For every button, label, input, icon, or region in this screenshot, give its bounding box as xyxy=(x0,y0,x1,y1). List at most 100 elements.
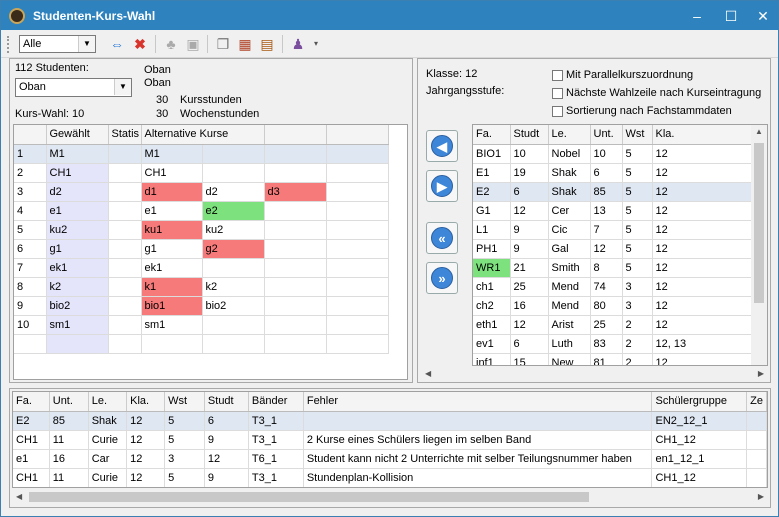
table-row[interactable]: eth1 12 Arist 25 2 12 xyxy=(473,315,753,335)
scroll-right-icon[interactable]: ▶ xyxy=(758,369,764,378)
column-header[interactable]: Studt xyxy=(204,392,249,412)
column-header[interactable]: Le. xyxy=(88,392,128,412)
scroll-thumb[interactable] xyxy=(29,492,589,502)
table-row[interactable]: 3 d2 d1 d2 d3 xyxy=(14,182,389,202)
table-row[interactable]: E2 6 Shak 85 5 12 xyxy=(473,182,753,202)
alternative-course[interactable]: e2 xyxy=(202,201,265,221)
column-header[interactable]: Unt. xyxy=(49,392,89,412)
chosen-course[interactable]: bio2 xyxy=(46,296,109,316)
alternative-course[interactable]: d1 xyxy=(141,182,203,202)
chevron-down-icon[interactable]: ▾ xyxy=(306,34,326,54)
alternative-course[interactable]: k2 xyxy=(202,277,265,297)
alternative-course[interactable]: k1 xyxy=(141,277,203,297)
column-header[interactable] xyxy=(264,125,327,145)
alternative-course[interactable] xyxy=(202,315,265,335)
scroll-thumb[interactable] xyxy=(754,143,764,303)
alternative-course[interactable]: M1 xyxy=(141,144,203,164)
calendar-delete-icon[interactable]: ▦ xyxy=(235,34,255,54)
toolbar-grip[interactable] xyxy=(7,36,10,53)
assign-all-left-button[interactable]: « xyxy=(426,222,458,254)
delete-icon[interactable]: ✖ xyxy=(130,34,150,54)
column-header[interactable]: Schülergruppe xyxy=(651,392,748,412)
assign-right-button[interactable]: ▶ xyxy=(426,170,458,202)
chosen-course[interactable]: g1 xyxy=(46,239,109,259)
table-row[interactable]: 10 sm1 sm1 xyxy=(14,315,389,335)
filter-combo[interactable]: Alle ▼ xyxy=(19,35,96,53)
table-row[interactable]: ch1 25 Mend 74 3 12 xyxy=(473,277,753,297)
column-header[interactable]: Fa. xyxy=(473,125,511,145)
alternative-course[interactable] xyxy=(264,201,327,221)
column-header[interactable]: Le. xyxy=(548,125,591,145)
column-header[interactable]: Bänder xyxy=(248,392,304,412)
calendar-icon[interactable]: ▤ xyxy=(257,34,277,54)
chevron-down-icon[interactable]: ▼ xyxy=(114,79,131,95)
table-row[interactable]: WR1 21 Smith 8 5 12 xyxy=(473,258,753,278)
assign-left-button[interactable]: ◀ xyxy=(426,130,458,162)
alternative-course[interactable] xyxy=(264,315,327,335)
alternative-course[interactable] xyxy=(264,144,327,164)
chosen-course[interactable]: ku2 xyxy=(46,220,109,240)
table-row[interactable]: 9 bio2 bio1 bio2 xyxy=(14,296,389,316)
alternative-course[interactable]: CH1 xyxy=(141,163,203,183)
alternative-course[interactable] xyxy=(264,220,327,240)
alternative-course[interactable]: ek1 xyxy=(141,258,203,278)
scroll-right-icon[interactable]: ▶ xyxy=(758,492,764,501)
alternative-course[interactable] xyxy=(264,163,327,183)
table-row[interactable]: E2 85 Shak 12 5 6 T3_1 EN2_12_1 xyxy=(13,411,767,431)
column-header[interactable]: Gewählt xyxy=(46,125,109,145)
user-settings-icon[interactable]: ♟ xyxy=(288,34,308,54)
course-panel-hscroll[interactable]: ◀ ▶ xyxy=(421,366,768,382)
alternative-course[interactable]: d3 xyxy=(264,182,327,202)
table-row[interactable]: 6 g1 g1 g2 xyxy=(14,239,389,259)
maximize-button[interactable]: ☐ xyxy=(717,5,745,27)
chevron-down-icon[interactable]: ▼ xyxy=(78,36,95,52)
alternative-course[interactable]: ku2 xyxy=(202,220,265,240)
table-row[interactable]: 4 e1 e1 e2 xyxy=(14,201,389,221)
column-header[interactable]: Wst xyxy=(164,392,205,412)
table-row[interactable]: G1 12 Cer 13 5 12 xyxy=(473,201,753,221)
copy-icon[interactable]: ❐ xyxy=(213,34,233,54)
alternative-course[interactable]: bio2 xyxy=(202,296,265,316)
column-header[interactable]: Kla. xyxy=(652,125,753,145)
alternative-course[interactable] xyxy=(202,144,265,164)
column-header[interactable]: Alternative Kurse xyxy=(141,125,265,145)
table-row[interactable]: 2 CH1 CH1 xyxy=(14,163,389,183)
table-row[interactable]: ch2 16 Mend 80 3 12 xyxy=(473,296,753,316)
alternative-course[interactable] xyxy=(264,296,327,316)
alternative-course[interactable]: bio1 xyxy=(141,296,203,316)
table-row[interactable]: PH1 9 Gal 12 5 12 xyxy=(473,239,753,259)
alternative-course[interactable]: sm1 xyxy=(141,315,203,335)
column-header[interactable]: Kla. xyxy=(126,392,166,412)
table-row[interactable]: inf1 15 New 81 2 12 xyxy=(473,353,753,365)
column-header[interactable]: Unt. xyxy=(590,125,623,145)
alternative-course[interactable]: ku1 xyxy=(141,220,203,240)
column-header[interactable] xyxy=(326,125,389,145)
column-header[interactable]: Ze xyxy=(746,392,767,412)
column-header[interactable]: Fehler xyxy=(303,392,653,412)
chosen-course[interactable]: sm1 xyxy=(46,315,109,335)
student-combo[interactable]: Oban ▼ xyxy=(15,78,132,97)
chosen-course[interactable]: k2 xyxy=(46,277,109,297)
column-header[interactable]: Fa. xyxy=(13,392,50,412)
naechste-wahlzeile-checkbox[interactable] xyxy=(552,88,563,99)
alternative-course[interactable] xyxy=(202,258,265,278)
alternative-course[interactable] xyxy=(264,258,327,278)
alternative-course[interactable]: e1 xyxy=(141,201,203,221)
chosen-course[interactable]: e1 xyxy=(46,201,109,221)
scroll-left-icon[interactable]: ◀ xyxy=(16,492,22,501)
lock-icon[interactable]: ▣ xyxy=(183,34,203,54)
scroll-up-icon[interactable]: ▲ xyxy=(755,127,763,136)
chosen-course[interactable]: M1 xyxy=(46,144,109,164)
course-grid-vscroll[interactable]: ▲ xyxy=(751,125,767,365)
table-row[interactable]: 5 ku2 ku1 ku2 xyxy=(14,220,389,240)
alternative-course[interactable] xyxy=(202,163,265,183)
table-row[interactable]: BIO1 10 Nobel 10 5 12 xyxy=(473,144,753,164)
column-header[interactable]: Wst xyxy=(622,125,653,145)
table-row[interactable]: CH1 11 Curie 12 5 9 T3_1 Stundenplan-Kollision C… xyxy=(13,468,767,487)
close-button[interactable]: ✕ xyxy=(749,5,777,27)
alternative-course[interactable]: g1 xyxy=(141,239,203,259)
error-grid-hscroll[interactable]: ◀ ▶ xyxy=(12,489,768,505)
parallelkurs-checkbox[interactable] xyxy=(552,70,563,81)
scroll-left-icon[interactable]: ◀ xyxy=(425,369,431,378)
table-row[interactable]: 1 M1 M1 xyxy=(14,144,389,164)
